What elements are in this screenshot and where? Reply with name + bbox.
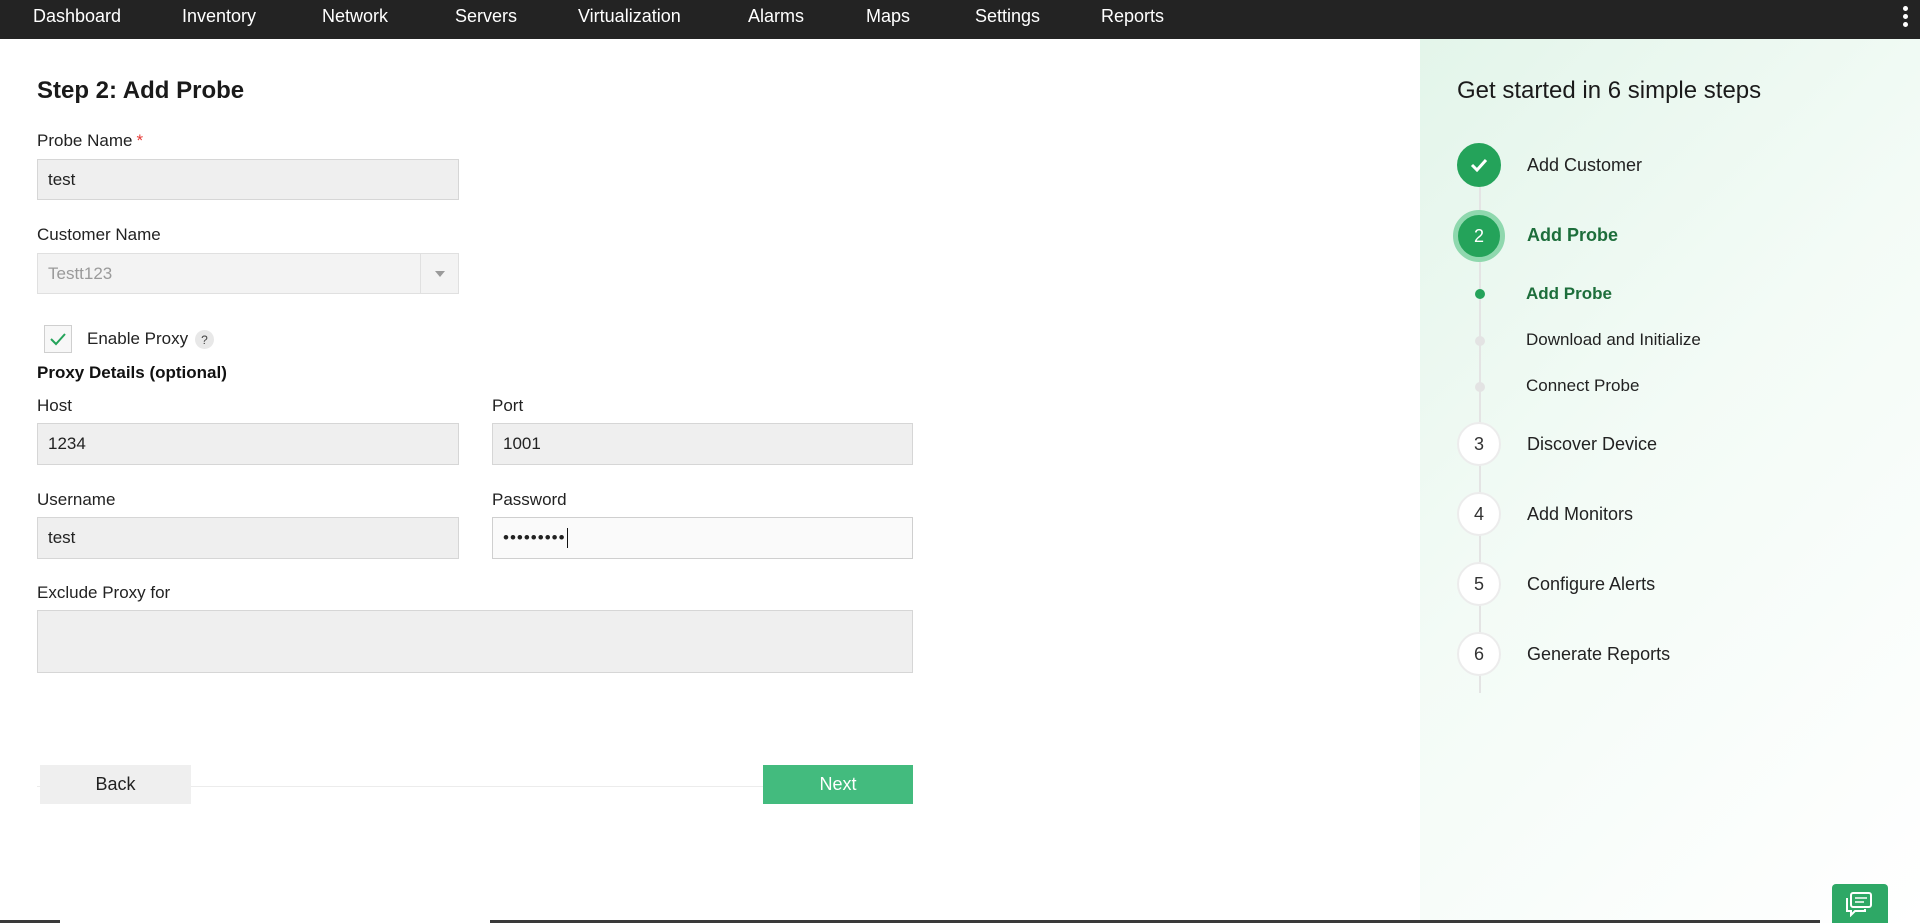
nav-alarms[interactable]: Alarms — [748, 0, 804, 39]
customer-name-label: Customer Name — [37, 225, 161, 244]
page-title: Step 2: Add Probe — [37, 77, 245, 104]
substep-dot — [1475, 382, 1485, 392]
substep-dot — [1475, 336, 1485, 346]
steps-panel-title: Get started in 6 simple steps — [1457, 77, 1762, 104]
password-label: Password — [492, 490, 567, 509]
back-button[interactable]: Back — [40, 765, 191, 804]
steps-panel: Get started in 6 simple steps Add Custom… — [1420, 39, 1920, 923]
probe-name-input[interactable]: test — [37, 159, 459, 200]
next-button[interactable]: Next — [763, 765, 913, 804]
password-value: ••••••••• — [503, 528, 566, 547]
substep-add-probe[interactable]: Add Probe — [1526, 284, 1612, 304]
host-input[interactable]: 1234 — [37, 423, 459, 465]
add-probe-form: Step 2: Add Probe Probe Name * test Custo… — [0, 39, 1420, 923]
nav-inventory[interactable]: Inventory — [182, 0, 256, 39]
kebab-menu-icon[interactable] — [1900, 6, 1910, 32]
help-icon[interactable]: ? — [195, 330, 214, 349]
port-label: Port — [492, 396, 524, 415]
check-icon — [1470, 158, 1488, 172]
exclude-proxy-label: Exclude Proxy for — [37, 583, 171, 602]
text-cursor — [566, 528, 568, 548]
probe-name-label: Probe Name * — [37, 131, 144, 150]
step-add-probe[interactable]: Add Probe — [1527, 225, 1618, 246]
username-label: Username — [37, 490, 116, 509]
step-2-active-circle: 2 — [1453, 210, 1505, 262]
nav-maps[interactable]: Maps — [866, 0, 910, 39]
exclude-proxy-textarea[interactable] — [37, 610, 913, 673]
step-5-circle: 5 — [1457, 562, 1501, 606]
nav-settings[interactable]: Settings — [975, 0, 1040, 39]
top-nav: Dashboard Inventory Network Servers Virt… — [0, 0, 1920, 39]
enable-proxy-checkbox[interactable] — [44, 325, 72, 353]
username-input[interactable]: test — [37, 517, 459, 559]
host-label: Host — [37, 396, 72, 415]
nav-reports[interactable]: Reports — [1101, 0, 1164, 39]
substep-dot-active — [1475, 289, 1485, 299]
nav-servers[interactable]: Servers — [455, 0, 517, 39]
chat-icon[interactable] — [1832, 884, 1888, 923]
step-4-circle: 4 — [1457, 492, 1501, 536]
step-configure-alerts[interactable]: Configure Alerts — [1527, 574, 1655, 595]
required-mark: * — [136, 131, 144, 150]
step-discover-device[interactable]: Discover Device — [1527, 434, 1657, 455]
substep-download-initialize[interactable]: Download and Initialize — [1526, 330, 1701, 350]
customer-name-select[interactable]: Testt123 — [37, 253, 459, 294]
substep-connect-probe[interactable]: Connect Probe — [1526, 376, 1639, 396]
step-add-monitors[interactable]: Add Monitors — [1527, 504, 1633, 525]
step-6-circle: 6 — [1457, 632, 1501, 676]
customer-name-value: Testt123 — [48, 263, 113, 283]
nav-virtualization[interactable]: Virtualization — [578, 0, 681, 39]
chevron-down-icon — [420, 254, 458, 293]
check-icon — [50, 333, 66, 346]
proxy-details-title: Proxy Details (optional) — [37, 363, 227, 382]
password-input[interactable]: ••••••••• — [492, 517, 913, 559]
enable-proxy-label: Enable Proxy — [87, 329, 189, 348]
port-input[interactable]: 1001 — [492, 423, 913, 465]
step-generate-reports[interactable]: Generate Reports — [1527, 644, 1670, 665]
nav-network[interactable]: Network — [322, 0, 388, 39]
step-3-circle: 3 — [1457, 422, 1501, 466]
nav-dashboard[interactable]: Dashboard — [33, 0, 121, 39]
step-1-done-circle — [1457, 143, 1501, 187]
step-add-customer[interactable]: Add Customer — [1527, 155, 1642, 176]
chat-bubble-icon — [1846, 891, 1872, 917]
